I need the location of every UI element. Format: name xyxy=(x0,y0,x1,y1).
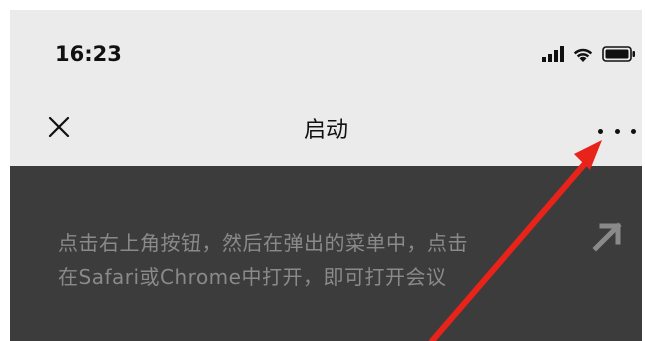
instruction-line-1: 点击右上角按钮，然后在弹出的菜单中，点击 xyxy=(58,231,468,255)
status-bar: 16:23 xyxy=(10,10,642,100)
status-time: 16:23 xyxy=(55,42,122,66)
more-options-button[interactable] xyxy=(598,124,636,138)
navigation-bar: 启动 xyxy=(10,100,642,166)
battery-icon xyxy=(602,46,635,62)
instruction-line-2: 在Safari或Chrome中打开，即可打开会议 xyxy=(58,265,447,289)
status-icons xyxy=(542,44,636,64)
instruction-text: 点击右上角按钮，然后在弹出的菜单中，点击 在Safari或Chrome中打开，即… xyxy=(58,226,578,294)
wifi-icon xyxy=(573,48,593,62)
app-frame: 16:23 启动 点击右上角按钮，然后在弹出的菜单中，点击 在Safari或Ch… xyxy=(10,10,642,341)
arrow-up-right-icon xyxy=(592,222,622,252)
page-title: 启动 xyxy=(303,118,348,143)
open-in-browser-overlay: 点击右上角按钮，然后在弹出的菜单中，点击 在Safari或Chrome中打开，即… xyxy=(10,166,642,341)
more-options-icon xyxy=(598,128,603,134)
cellular-signal-icon xyxy=(542,46,564,62)
